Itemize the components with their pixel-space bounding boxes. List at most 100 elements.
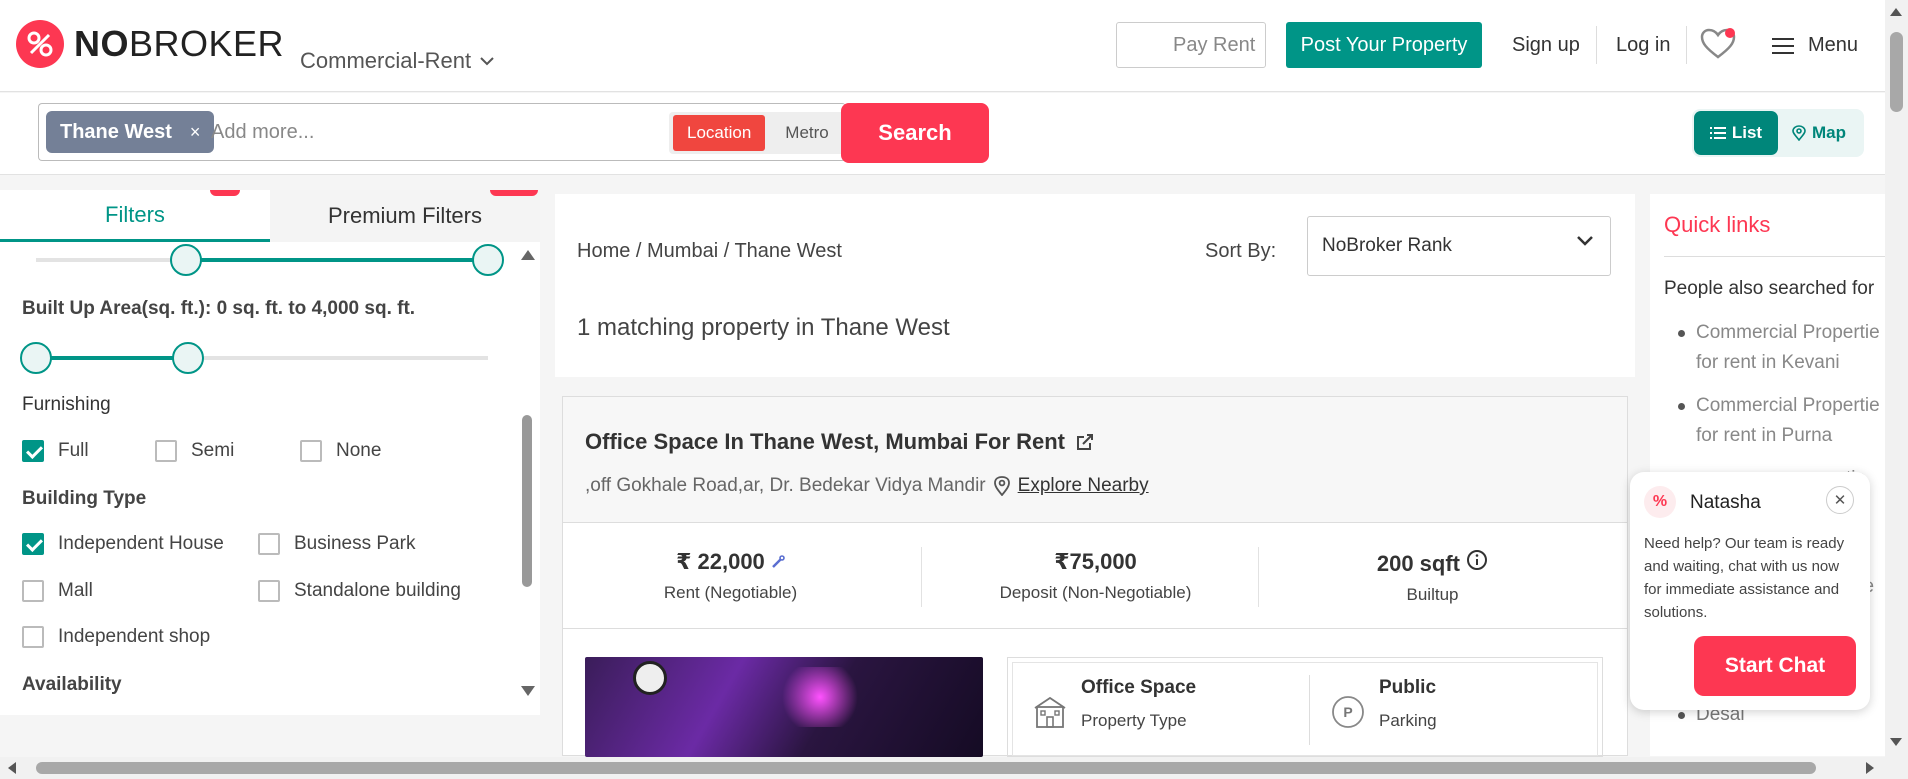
rent-stat: ₹ 22,000 Rent (Negotiable) <box>663 549 798 602</box>
checkbox <box>22 580 44 602</box>
sidebar-scroll-thumb[interactable] <box>522 415 532 587</box>
people-also-searched-label: People also searched for <box>1664 278 1875 299</box>
page-vertical-scrollbar[interactable] <box>1885 0 1908 757</box>
search-button[interactable]: Search <box>841 103 989 163</box>
stat-divider <box>921 547 922 607</box>
mall-checkbox[interactable]: Mall <box>22 580 93 602</box>
vertical-scroll-thumb[interactable] <box>1890 32 1903 112</box>
tab-filters[interactable]: Filters <box>0 190 270 242</box>
business-park-checkbox[interactable]: Business Park <box>258 533 415 555</box>
category-label: Commercial-Rent <box>300 48 472 73</box>
property-type-feature: Office Space Property Type <box>1033 677 1196 731</box>
checkbox <box>155 440 177 462</box>
property-address: ,off Gokhale Road,ar, Dr. Bedekar Vidya … <box>585 475 1149 497</box>
slider-max-handle[interactable] <box>472 244 504 276</box>
scroll-up-arrow-icon[interactable] <box>1890 8 1902 16</box>
sort-by-label: Sort By: <box>1205 240 1277 262</box>
category-dropdown[interactable]: Commercial-Rent <box>300 48 495 74</box>
results-header: Home / Mumbai / Thane West Sort By: NoBr… <box>555 194 1635 377</box>
explore-nearby-link[interactable]: Explore Nearby <box>1018 475 1149 497</box>
checkbox <box>300 440 322 462</box>
range-slider <box>36 244 504 276</box>
sign-up-link[interactable]: Sign up <box>1512 34 1580 57</box>
furnishing-label: Furnishing <box>22 394 111 415</box>
furnishing-full-checkbox[interactable]: Full <box>22 440 89 462</box>
scroll-down-arrow-icon[interactable] <box>521 686 535 696</box>
filter-tabs: Filters Premium Filters <box>0 190 540 242</box>
map-pin-icon <box>1792 125 1806 141</box>
pay-rent-button[interactable]: Pay Rent <box>1116 22 1725 453</box>
slider-min-handle[interactable] <box>20 342 52 374</box>
map-view-label: Map <box>1812 123 1846 142</box>
nobroker-logo[interactable]: NOBROKER <box>16 20 284 68</box>
scroll-left-arrow-icon[interactable] <box>8 762 16 774</box>
page-horizontal-scrollbar[interactable] <box>0 757 1908 779</box>
area-stat: 200 sqft Builtup <box>1265 549 1600 605</box>
chevron-down-icon <box>1577 236 1593 246</box>
building-icon <box>1034 696 1066 728</box>
new-badge <box>210 190 240 196</box>
feature-divider <box>1309 675 1310 745</box>
list-icon <box>1709 127 1726 139</box>
scroll-down-arrow-icon[interactable] <box>1890 738 1902 746</box>
quick-link-item[interactable]: Commercial Propertie for rent in Purna <box>1678 391 1880 451</box>
property-title[interactable]: Office Space In Thane West, Mumbai For R… <box>585 429 1095 455</box>
chat-widget: % Natasha ✕ Need help? Our team is ready… <box>1630 472 1870 710</box>
slider-max-handle[interactable] <box>172 342 204 374</box>
close-icon[interactable]: ✕ <box>1826 486 1854 514</box>
info-icon[interactable] <box>1466 549 1488 571</box>
filters-sidebar: Filters Premium Filters Built Up Area(sq… <box>0 190 540 715</box>
close-icon[interactable]: × <box>190 122 201 143</box>
list-view-button[interactable]: List <box>1694 111 1778 155</box>
furnishing-semi-checkbox[interactable]: Semi <box>155 440 234 462</box>
built-up-area-label: Built Up Area(sq. ft.): 0 sq. ft. to 4,0… <box>22 298 416 319</box>
slider-min-handle[interactable] <box>170 244 202 276</box>
furnishing-none-checkbox[interactable]: None <box>300 440 381 462</box>
checkbox <box>258 580 280 602</box>
map-view-button[interactable]: Map <box>1792 111 1846 155</box>
pay-rent-label: Pay Rent <box>1173 33 1256 56</box>
support-avatar-icon: % <box>1644 486 1676 518</box>
location-chip[interactable]: Thane West × <box>46 111 215 153</box>
chat-message: Need help? Our team is ready and waiting… <box>1644 535 1845 621</box>
tab-premium-filters[interactable]: Premium Filters <box>270 190 540 242</box>
logo-icon <box>16 20 64 68</box>
building-type-label: Building Type <box>22 488 147 509</box>
property-features: Office Space Property Type P Public Park… <box>1007 657 1603 757</box>
search-input[interactable] <box>211 112 631 152</box>
external-link-icon[interactable] <box>1075 432 1095 452</box>
availability-label: Availability <box>22 674 122 695</box>
standalone-building-checkbox[interactable]: Standalone building <box>258 580 461 602</box>
post-property-button[interactable]: Post Your Property <box>1286 22 1482 68</box>
light-glow <box>775 667 865 727</box>
parking-feature: P Public Parking <box>1331 677 1437 731</box>
parking-icon: P <box>1332 696 1364 728</box>
breadcrumb[interactable]: Home / Mumbai / Thane West <box>577 240 842 263</box>
location-metro-toggle: Location Metro <box>669 112 847 154</box>
independent-house-checkbox[interactable]: Independent House <box>22 533 224 555</box>
horizontal-scroll-thumb[interactable] <box>36 762 1816 774</box>
chat-agent-name: Natasha <box>1690 492 1761 513</box>
top-header: NOBROKER Commercial-Rent Pay Rent Post Y… <box>0 0 1885 453</box>
menu-label: Menu <box>1808 34 1859 56</box>
results-count: 1 matching property in Thane West <box>577 314 950 341</box>
sidebar-scrollbar[interactable] <box>520 250 535 700</box>
wrench-icon <box>772 555 785 568</box>
quick-link-item[interactable]: Commercial Propertie for rent in Kevani <box>1678 318 1880 378</box>
sort-select[interactable]: NoBroker Rank <box>1307 216 1611 276</box>
property-photo[interactable] <box>585 657 983 757</box>
svg-text:P: P <box>1343 704 1352 720</box>
scroll-right-arrow-icon[interactable] <box>1866 762 1874 774</box>
independent-shop-checkbox[interactable]: Independent shop <box>22 626 210 648</box>
shortlist-heart-icon[interactable] <box>1700 28 1736 65</box>
menu-button[interactable]: Menu <box>1772 34 1858 57</box>
checkbox <box>258 533 280 555</box>
start-chat-button[interactable]: Start Chat <box>1694 636 1856 696</box>
location-toggle[interactable]: Location <box>673 115 766 151</box>
scroll-up-arrow-icon[interactable] <box>521 250 535 260</box>
sort-value: NoBroker Rank <box>1322 235 1452 256</box>
chevron-down-icon <box>480 57 494 66</box>
property-card[interactable]: Office Space In Thane West, Mumbai For R… <box>562 396 1628 757</box>
metro-toggle[interactable]: Metro <box>771 115 842 151</box>
log-in-link[interactable]: Log in <box>1616 34 1671 57</box>
